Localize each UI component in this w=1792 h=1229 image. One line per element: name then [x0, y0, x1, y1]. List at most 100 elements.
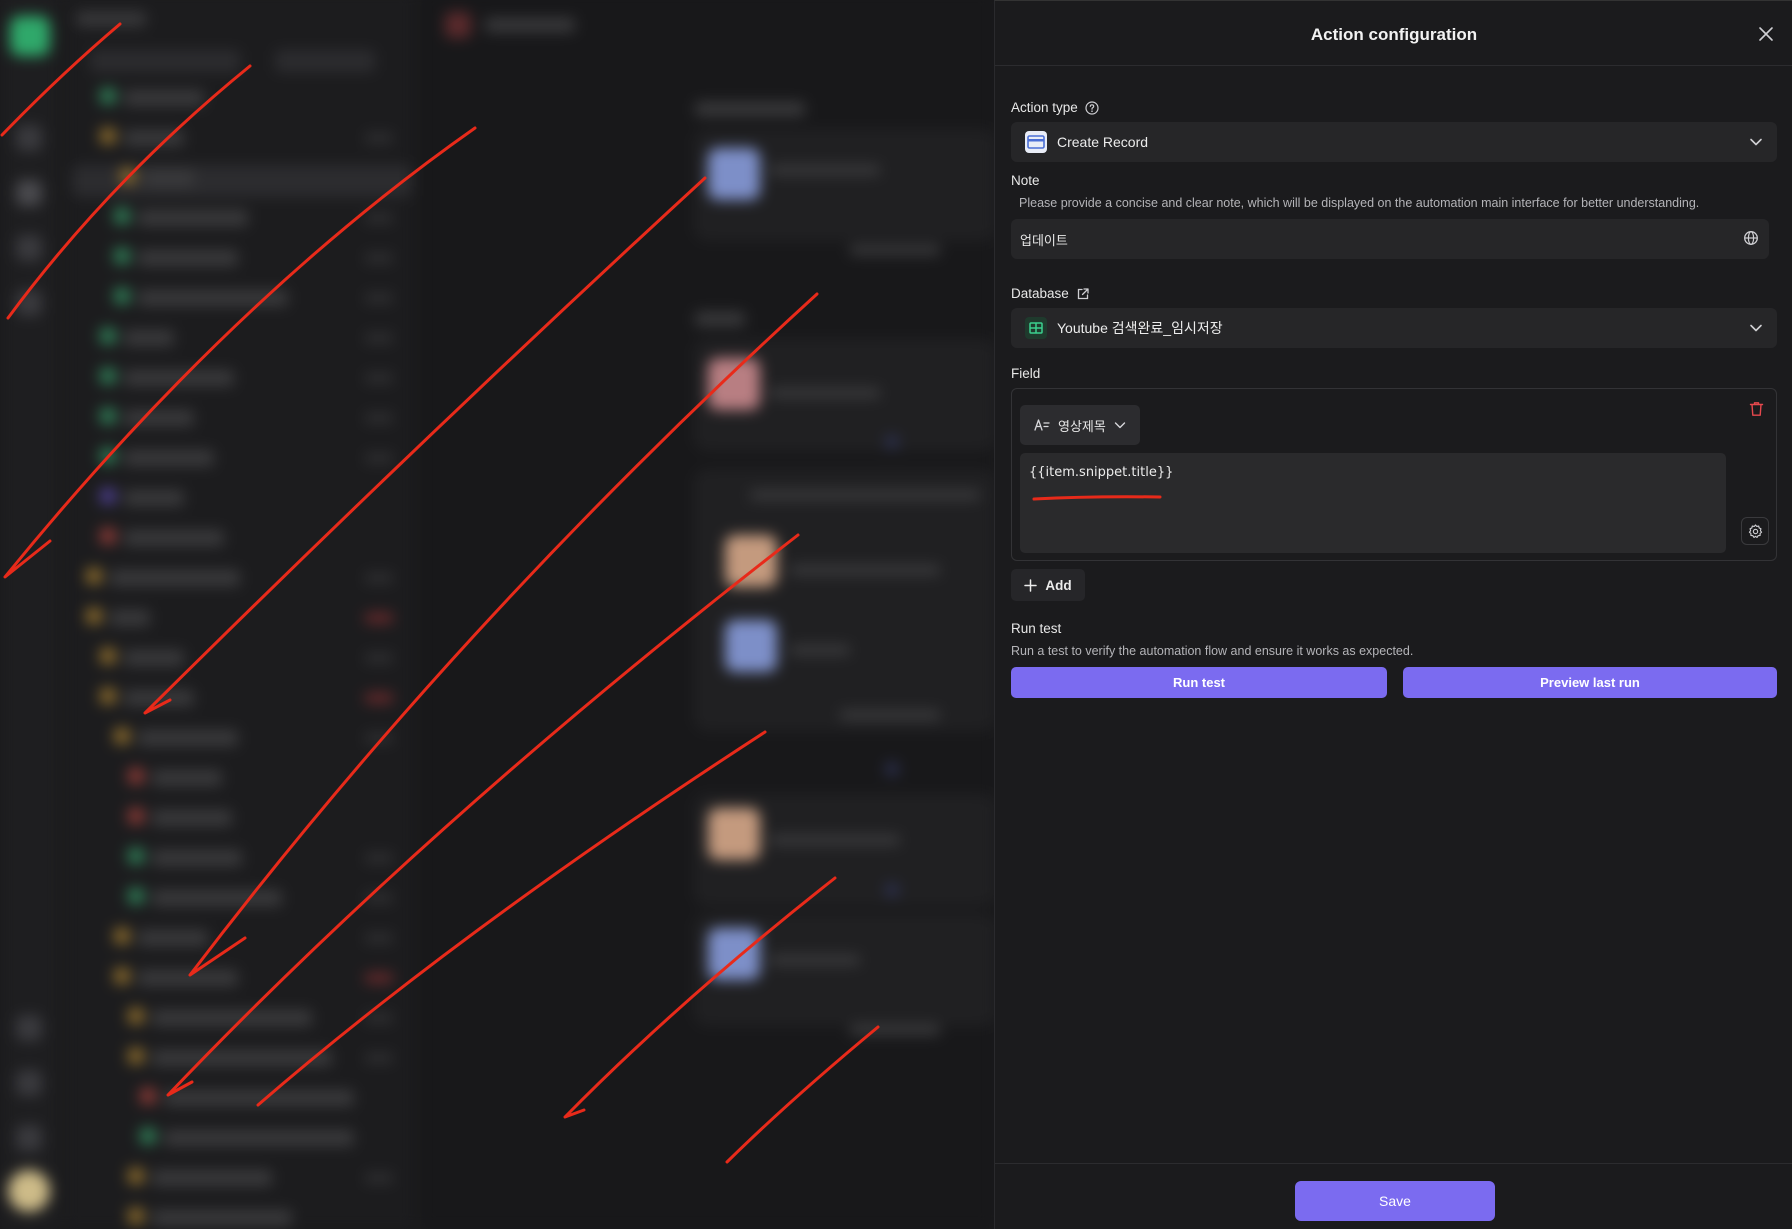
canvas-tab-icon	[445, 12, 471, 38]
rail-icon	[16, 125, 42, 151]
tree-icon	[128, 848, 144, 864]
tree-icon	[100, 128, 116, 144]
tree-count	[365, 613, 393, 623]
tree-row	[138, 290, 288, 306]
tree-count	[365, 893, 393, 903]
tree-row	[164, 1130, 354, 1146]
close-icon	[1759, 27, 1773, 41]
external-link-icon[interactable]	[1076, 287, 1090, 301]
tree-icon	[100, 528, 116, 544]
avatar	[8, 1170, 50, 1212]
add-field-label: Add	[1045, 577, 1072, 593]
plus-icon	[885, 435, 899, 449]
tree-row	[144, 170, 194, 186]
field-mapping-box: 영상제목 {{item.snippet.title}}	[1011, 388, 1777, 561]
rail-icon	[16, 1125, 42, 1151]
tree-row	[124, 370, 234, 386]
tree-row	[152, 770, 222, 786]
tree-row	[152, 1210, 292, 1226]
tree-row	[124, 690, 194, 706]
tree-row	[124, 650, 184, 666]
tree-row	[152, 850, 242, 866]
tree-icon	[114, 968, 130, 984]
tree-count	[365, 1013, 393, 1023]
action-type-value: Create Record	[1057, 134, 1149, 150]
field-name: 영상제목	[1058, 418, 1106, 434]
tree-row	[124, 410, 194, 426]
close-button[interactable]	[1753, 21, 1779, 47]
tree-row	[152, 810, 232, 826]
tree-header	[76, 12, 146, 26]
note-hint: Please provide a concise and clear note,…	[1019, 196, 1700, 210]
tree-row	[138, 730, 238, 746]
tree-count	[365, 213, 393, 223]
tree-icon	[100, 368, 116, 384]
database-select[interactable]: Youtube 검색완료_임시저장	[1011, 308, 1777, 348]
tree-icon	[100, 448, 116, 464]
tree-count	[365, 253, 393, 263]
tree-count	[365, 973, 393, 983]
tree-tab	[90, 50, 240, 72]
note-label: Note	[1011, 173, 1040, 188]
tree-icon	[128, 1168, 144, 1184]
run-test-hint: Run a test to verify the automation flow…	[1011, 644, 1414, 658]
tree-count	[365, 293, 393, 303]
note-input-value: 업데이트	[1020, 232, 1068, 248]
tree-icon	[128, 768, 144, 784]
field-expression: {{item.snippet.title}}	[1029, 465, 1174, 480]
tree-count	[365, 413, 393, 423]
help-icon[interactable]	[1085, 100, 1099, 115]
action-type-select[interactable]: Create Record	[1011, 122, 1777, 162]
add-field-button[interactable]: Add	[1011, 569, 1085, 601]
rail-icon	[16, 290, 42, 316]
tree-icon	[100, 408, 116, 424]
action-type-label: Action type	[1011, 100, 1078, 115]
tree-icon	[114, 728, 130, 744]
tree-row	[138, 970, 238, 986]
tree-count	[365, 333, 393, 343]
tree-icon	[114, 248, 130, 264]
globe-icon[interactable]	[1743, 230, 1759, 246]
tree-count	[365, 453, 393, 463]
tree-icon	[128, 808, 144, 824]
node-text	[850, 245, 940, 255]
node-text	[790, 645, 850, 655]
tree-row	[124, 330, 174, 346]
table-grid-icon	[1025, 317, 1047, 339]
flow-node-group	[695, 470, 994, 730]
tree-icon	[114, 928, 130, 944]
node-icon	[708, 928, 760, 980]
database-label: Database	[1011, 286, 1069, 301]
tree-count	[365, 1173, 393, 1183]
field-expression-editor[interactable]: {{item.snippet.title}}	[1020, 453, 1726, 553]
field-select[interactable]: 영상제목	[1020, 405, 1140, 445]
node-text	[750, 490, 980, 500]
plus-icon	[885, 762, 899, 776]
note-input[interactable]: 업데이트	[1011, 219, 1769, 259]
tree-tab	[275, 50, 375, 72]
tree-row	[152, 1170, 272, 1186]
node-icon	[708, 148, 760, 200]
tree-row	[138, 930, 208, 946]
tree-row	[124, 490, 184, 506]
preview-last-run-button[interactable]: Preview last run	[1403, 667, 1777, 698]
run-test-label: Run test	[1011, 621, 1062, 636]
tree-icon	[114, 208, 130, 224]
expression-settings-button[interactable]	[1741, 517, 1769, 545]
panel-header: Action configuration	[995, 1, 1792, 66]
run-test-button[interactable]: Run test	[1011, 667, 1387, 698]
tree-row	[110, 570, 240, 586]
trash-icon[interactable]	[1749, 401, 1764, 417]
background-app-blurred	[0, 0, 994, 1229]
save-button[interactable]: Save	[1295, 1181, 1495, 1221]
tree-count	[365, 373, 393, 383]
tree-count	[365, 133, 393, 143]
tree-icon	[120, 168, 136, 184]
tree-count	[365, 693, 393, 703]
plus-icon	[1024, 578, 1038, 592]
tree-icon	[114, 288, 130, 304]
text-field-icon	[1034, 419, 1050, 431]
rail-icon	[16, 1070, 42, 1096]
section-label	[695, 312, 745, 326]
tree-icon	[140, 1128, 156, 1144]
